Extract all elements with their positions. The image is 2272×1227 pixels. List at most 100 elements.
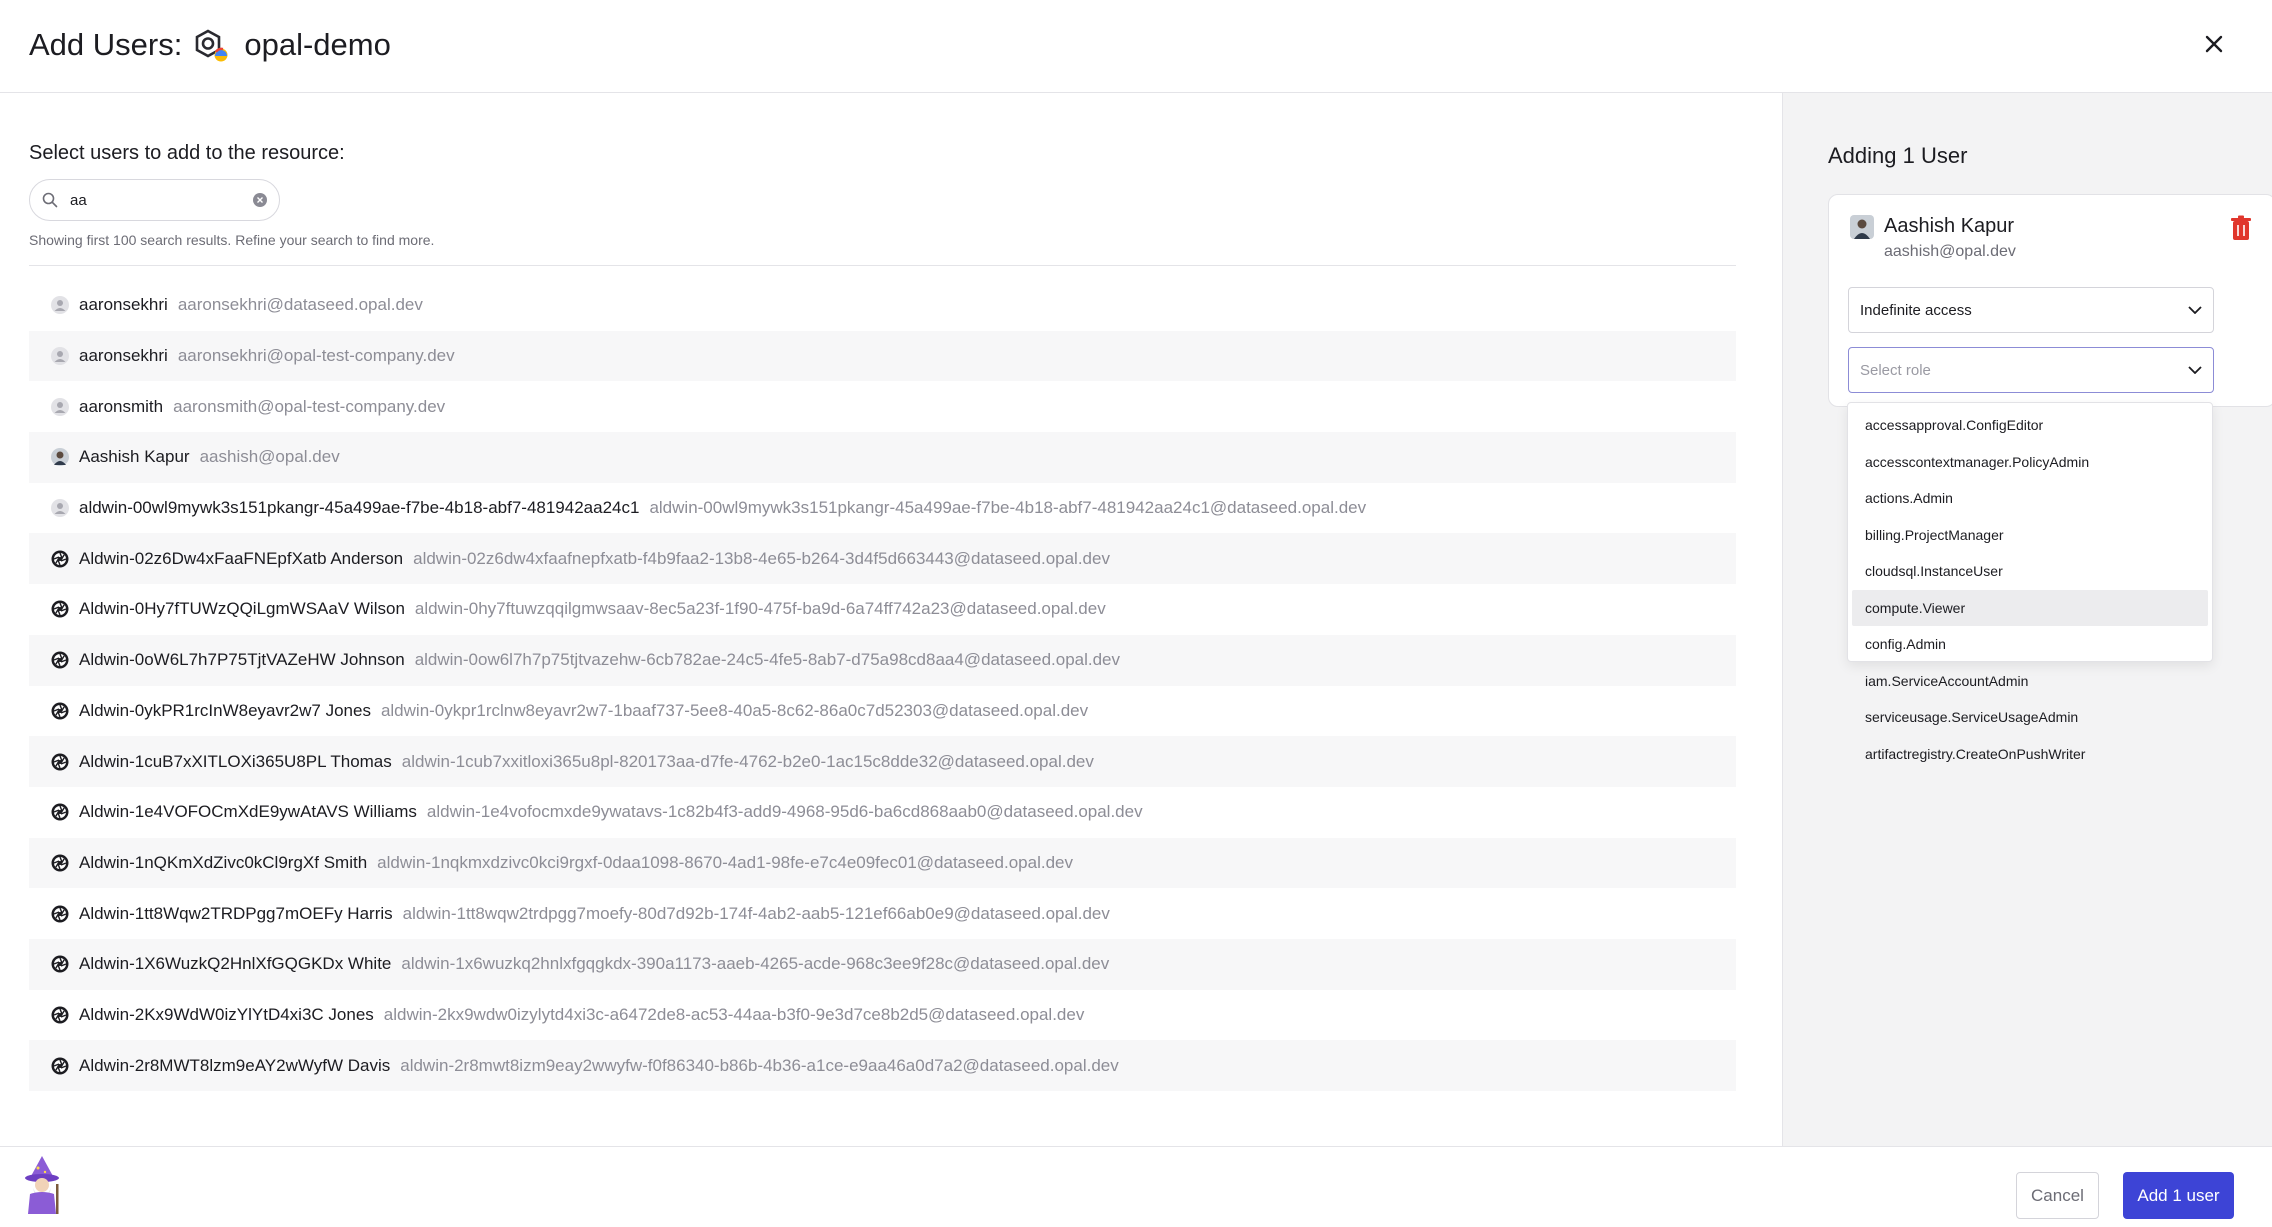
user-row[interactable]: Aldwin-1tt8Wqw2TRDPgg7mOEFy Harris aldwin…	[29, 888, 1736, 939]
aperture-avatar-icon	[51, 803, 69, 821]
avatar	[1850, 215, 1874, 239]
search-hint: Showing first 100 search results. Refine…	[29, 232, 435, 248]
selection-title: Adding 1 User	[1828, 143, 1968, 168]
user-row[interactable]: Aldwin-1cuB7xXITLOXi365U8PL Thomas aldwin…	[29, 736, 1736, 787]
user-row[interactable]: Aashish Kapur aashish@opal.dev	[29, 432, 1736, 483]
selected-user-name: Aashish Kapur	[1884, 215, 2015, 237]
search-icon	[42, 192, 58, 208]
role-option[interactable]: accesscontextmanager.PolicyAdmin	[1852, 444, 2208, 481]
user-row[interactable]: Aldwin-2r8MWT8lzm9eAY2wWyfW Davis aldwin-…	[29, 1040, 1736, 1091]
role-dropdown-menu: accessapproval.ConfigEditor accesscontext…	[1847, 402, 2213, 762]
modal-title: Add Users: opal-demo	[29, 22, 391, 68]
user-email: aldwin-1tt8wqw2trdpgg7moefy-80d7d92b-174…	[402, 903, 1110, 923]
section-label: Select users to add to the resource:	[29, 142, 345, 164]
divider	[29, 265, 1736, 266]
user-email: aldwin-1cub7xxitloxi365u8pl-820173aa-d7f…	[401, 751, 1094, 771]
user-row[interactable]: aaronsmith aaronsmith@opal-test-company.d…	[29, 381, 1736, 432]
trash-icon[interactable]	[2229, 215, 2253, 241]
user-name: Aldwin-1tt8Wqw2TRDPgg7mOEFy Harris	[79, 903, 393, 923]
aperture-avatar-icon	[51, 550, 69, 568]
user-name: Aldwin-0Hy7fTUWzQQiLgmWSAaV Wilson	[79, 599, 405, 619]
access-duration-value: Indefinite access	[1860, 301, 1972, 319]
close-button[interactable]	[2196, 26, 2232, 62]
user-name: Aldwin-0ykPR1rcInW8eyavr2w7 Jones	[79, 700, 371, 720]
user-row[interactable]: Aldwin-1X6WuzkQ2HnlXfGQGKDx White aldwin-…	[29, 938, 1736, 990]
role-option[interactable]: config.Admin	[1852, 626, 2208, 663]
search-field[interactable]	[29, 179, 280, 221]
user-name: Aldwin-1nQKmXdZivc0kCl9rgXf Smith	[79, 852, 368, 872]
modal-header: Add Users: opal-demo	[0, 0, 2272, 93]
modal-title-label: Add Users:	[29, 27, 183, 62]
aperture-avatar-icon	[51, 854, 69, 872]
aperture-avatar-icon	[51, 753, 69, 771]
aperture-avatar-icon	[51, 702, 69, 720]
user-name: Aldwin-1X6WuzkQ2HnlXfGQGKDx White	[79, 954, 392, 974]
user-row[interactable]: aldwin-00wl9mywk3s151pkangr-45a499ae-f7b…	[29, 483, 1736, 534]
user-row[interactable]: Aldwin-0ykPR1rcInW8eyavr2w7 Jones aldwin-…	[29, 686, 1736, 737]
default-avatar-icon	[51, 397, 69, 416]
aperture-avatar-icon	[51, 1057, 69, 1075]
aperture-avatar-icon	[51, 905, 69, 923]
chevron-down-icon	[2188, 306, 2202, 314]
user-email: aaronsekhri@opal-test-company.dev	[177, 346, 455, 366]
default-avatar-icon	[51, 296, 69, 315]
user-email: aldwin-1nqkmxdzivc0kci9rgxf-0daa1098-867…	[377, 852, 1073, 872]
user-row[interactable]: Aldwin-0oW6L7h7P75TjtVAZeHW Johnson aldwi…	[29, 634, 1736, 686]
user-row[interactable]: Aldwin-1e4VOFOCmXdE9ywAtAVS Williams aldw…	[29, 787, 1736, 838]
role-option[interactable]: compute.Viewer	[1852, 589, 2208, 626]
user-name: Aldwin-2r8MWT8lzm9eAY2wWyfW Davis	[79, 1055, 391, 1075]
user-email: aldwin-1e4vofocmxde9ywatavs-1c82b4f3-add…	[426, 802, 1143, 822]
access-duration-select[interactable]: Indefinite access	[1848, 287, 2214, 333]
user-email: aldwin-2kx9wdw0izylytd4xi3c-a6472de8-ac5…	[383, 1004, 1085, 1024]
role-option[interactable]: accessapproval.ConfigEditor	[1852, 407, 2208, 444]
user-name: Aldwin-0oW6L7h7P75TjtVAZeHW Johnson	[79, 650, 405, 670]
user-row[interactable]: Aldwin-2Kx9WdW0izYlYtD4xi3C Jones aldwin-…	[29, 990, 1736, 1041]
default-avatar-icon	[51, 347, 69, 366]
wizard-mascot-icon	[25, 1156, 59, 1214]
user-name: Aashish Kapur	[79, 447, 190, 467]
role-option[interactable]: billing.ProjectManager	[1852, 517, 2208, 554]
user-email: aaronsmith@opal-test-company.dev	[173, 396, 446, 416]
user-name: aaronsmith	[79, 396, 164, 416]
close-icon	[2205, 35, 2223, 53]
user-email: aldwin-00wl9mywk3s151pkangr-45a499ae-f7b…	[649, 498, 1367, 518]
selected-user-email: aashish@opal.dev	[1884, 243, 2016, 260]
user-email: aldwin-1x6wuzkq2hnlxfgqgkdx-390a1173-aae…	[401, 954, 1110, 974]
user-list: aaronsekhri aaronsekhri@dataseed.opal.dev…	[29, 280, 1736, 1091]
role-option[interactable]: artifactregistry.CreateOnPushWriter	[1852, 736, 2208, 773]
user-email: aldwin-0ykpr1rclnw8eyavr2w7-1baaf737-5ee…	[380, 700, 1089, 720]
aperture-avatar-icon	[51, 1006, 69, 1024]
user-name: aaronsekhri	[79, 295, 168, 315]
user-email: aaronsekhri@dataseed.opal.dev	[177, 295, 423, 315]
user-email: aldwin-0ow6l7h7p75tjtvazehw-6cb782ae-24c…	[414, 650, 1121, 670]
search-input[interactable]	[68, 190, 242, 210]
user-row[interactable]: Aldwin-0Hy7fTUWzQQiLgmWSAaV Wilson aldwin…	[29, 584, 1736, 635]
role-select[interactable]: Select role	[1848, 347, 2214, 393]
role-option[interactable]: cloudsql.InstanceUser	[1852, 553, 2208, 590]
user-row[interactable]: Aldwin-02z6Dw4xFaaFNEpfXatb Anderson aldw…	[29, 533, 1736, 585]
user-name: Aldwin-2Kx9WdW0izYlYtD4xi3C Jones	[79, 1004, 374, 1024]
avatar	[51, 448, 69, 467]
user-row[interactable]: aaronsekhri aaronsekhri@dataseed.opal.dev	[29, 280, 1736, 331]
user-row[interactable]: aaronsekhri aaronsekhri@opal-test-company…	[29, 330, 1736, 382]
user-email: aldwin-0hy7ftuwzqqilgmwsaav-8ec5a23f-1f9…	[414, 599, 1106, 619]
user-name: Aldwin-1e4VOFOCmXdE9ywAtAVS Williams	[79, 802, 417, 822]
user-name: aldwin-00wl9mywk3s151pkangr-45a499ae-f7b…	[79, 498, 640, 518]
add-users-button[interactable]: Add 1 user	[2123, 1172, 2234, 1219]
user-row[interactable]: Aldwin-1nQKmXdZivc0kCl9rgXf Smith aldwin-…	[29, 837, 1736, 889]
role-option[interactable]: iam.ServiceAccountAdmin	[1852, 663, 2208, 700]
aperture-avatar-icon	[51, 651, 69, 669]
resource-name: opal-demo	[244, 27, 391, 62]
clear-search-icon[interactable]	[253, 193, 267, 207]
cancel-button[interactable]: Cancel	[2016, 1172, 2099, 1219]
role-option[interactable]: serviceusage.ServiceUsageAdmin	[1852, 699, 2208, 736]
aperture-avatar-icon	[51, 955, 69, 973]
user-picker-panel: Select users to add to the resource: Sho…	[0, 93, 1782, 1146]
default-avatar-icon	[51, 499, 69, 518]
role-option[interactable]: actions.Admin	[1852, 480, 2208, 517]
user-name: Aldwin-02z6Dw4xFaaFNEpfXatb Anderson	[79, 548, 404, 568]
selected-user-card: Aashish Kapur aashish@opal.dev Indefinit…	[1828, 194, 2272, 407]
user-email: aldwin-2r8mwt8izm9eay2wwyfw-f0f86340-b86…	[400, 1055, 1119, 1075]
user-name: aaronsekhri	[79, 346, 168, 366]
user-name: Aldwin-1cuB7xXITLOXi365U8PL Thomas	[79, 751, 392, 771]
